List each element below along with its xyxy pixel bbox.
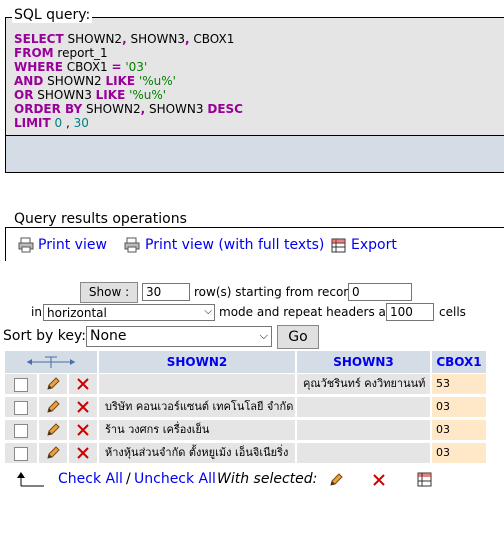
operations-legend: Query results operations [12,211,189,227]
export-icon [331,238,346,253]
sort-key-select[interactable]: None ⌵ [86,326,272,347]
row-delete-cell [69,397,97,417]
row-edit-cell [39,420,67,440]
column-header-cbox1[interactable]: CBOX1 [432,351,486,373]
go-button[interactable]: Go [277,325,319,349]
sql-token: LIMIT [14,116,51,130]
sql-token: AND [14,74,44,88]
row-checkbox[interactable] [14,447,28,461]
cell-shown2: บริษัท คอนเวอร์แซนต์ เทคโนโลยี จำกัด [99,397,295,417]
sql-token: WHERE [14,60,63,74]
row-delete-cell [69,374,97,394]
display-mode-select[interactable]: horizontal ⌵ [43,304,215,321]
row-checkbox[interactable] [14,424,28,438]
row-edit-cell [39,443,67,463]
sql-token: FROM [14,46,54,60]
sql-token: '03' [125,60,148,74]
row-checkbox[interactable] [14,401,28,415]
sql-token: SELECT [14,32,64,46]
edit-icon[interactable] [45,376,61,392]
sql-token: LIKE [105,74,136,88]
sql-token: CBOX1 [62,60,112,74]
delete-icon[interactable] [76,446,90,460]
row-delete-cell [69,443,97,463]
cell-shown2: ร้าน วงศกร เครื่องเย็น [99,420,295,440]
print-view-full-link[interactable]: Print view (with full texts) [145,237,324,253]
sql-token: '%u%' [129,88,167,102]
edit-icon[interactable] [45,422,61,438]
show-button[interactable]: Show : [80,282,138,303]
print-view-link[interactable]: Print view [38,237,107,253]
sql-query-toolbar [5,135,504,173]
mode-label: mode and repeat headers after [219,305,407,319]
delete-icon[interactable] [76,400,90,414]
sql-token: 30 [73,116,89,130]
sql-token: report_1 [53,46,108,60]
cell-cbox1: 03 [432,443,486,463]
delete-icon[interactable] [76,377,90,391]
print-icon [18,237,34,253]
sql-token: , [62,116,74,130]
sql-token: '%u%' [138,74,176,88]
sql-query-text: SELECT SHOWN2, SHOWN3, CBOX1 FROM report… [14,32,243,130]
delete-selected-icon[interactable] [372,473,386,487]
cell-cbox1: 03 [432,397,486,417]
chevron-down-icon: ⌵ [259,329,268,342]
row-checkbox[interactable] [14,378,28,392]
cell-cbox1: 53 [432,374,486,394]
sql-token: SHOWN2 [82,102,141,116]
delete-icon[interactable] [76,423,90,437]
sql-token: SHOWN2 [63,32,123,46]
sort-label: Sort by key: [3,328,86,344]
edit-selected-icon[interactable] [328,472,344,488]
edit-icon[interactable] [45,399,61,415]
sql-token: ORDER BY [14,102,83,116]
in-label: in [31,305,42,319]
column-header-shown2[interactable]: SHOWN2 [99,351,295,373]
rows-label: row(s) starting from record # [194,285,370,299]
cell-cbox1: 03 [432,420,486,440]
sql-query-box: SELECT SHOWN2, SHOWN3, CBOX1 FROM report… [5,17,504,136]
sql-token: SHOWN3 [33,88,96,102]
sql-token: LIKE [95,88,126,102]
row-delete-cell [69,420,97,440]
sql-token: SHOWN2 [43,74,106,88]
arrow-ltr-icon [17,472,44,487]
cell-shown3 [297,397,430,417]
column-header-shown3[interactable]: SHOWN3 [297,351,430,373]
start-record-input[interactable] [348,283,412,301]
sql-token: SHOWN3 [126,32,186,46]
print-icon [124,237,140,253]
sql-token: DESC [207,102,243,116]
sql-token: OR [14,88,34,102]
rows-count-input[interactable] [142,283,190,301]
row-edit-cell [39,374,67,394]
table-action-header [5,351,97,373]
cell-shown2 [99,374,295,394]
cell-shown2: ห้างหุ้นส่วนจำกัด ตั้งหยูเม้ง เอ็นจิเนีย… [99,443,295,463]
display-mode-value: horizontal [47,306,107,320]
footer-separator: / [126,471,131,487]
sql-token: SHOWN3 [145,102,208,116]
with-selected-label: With selected: [217,471,318,487]
row-edit-cell [39,397,67,417]
cell-shown3 [297,443,430,463]
check-all-link[interactable]: Check All [58,471,123,487]
sql-token: CBOX1 [189,32,235,46]
uncheck-all-link[interactable]: Uncheck All [134,471,216,487]
sort-key-value: None [90,328,127,344]
chevron-down-icon: ⌵ [204,306,212,317]
edit-icon[interactable] [45,445,61,461]
export-selected-icon[interactable] [417,472,432,487]
column-arrows-icon [27,356,75,368]
export-link[interactable]: Export [351,237,397,253]
sql-query-legend: SQL query: [12,7,93,23]
cells-label: cells [439,305,466,319]
sql-token: = [111,60,122,74]
repeat-headers-input[interactable] [386,303,434,321]
cell-shown3 [297,420,430,440]
cell-shown3: คุณวัชรินทร์ คงวิทยานนท์ [297,374,430,394]
